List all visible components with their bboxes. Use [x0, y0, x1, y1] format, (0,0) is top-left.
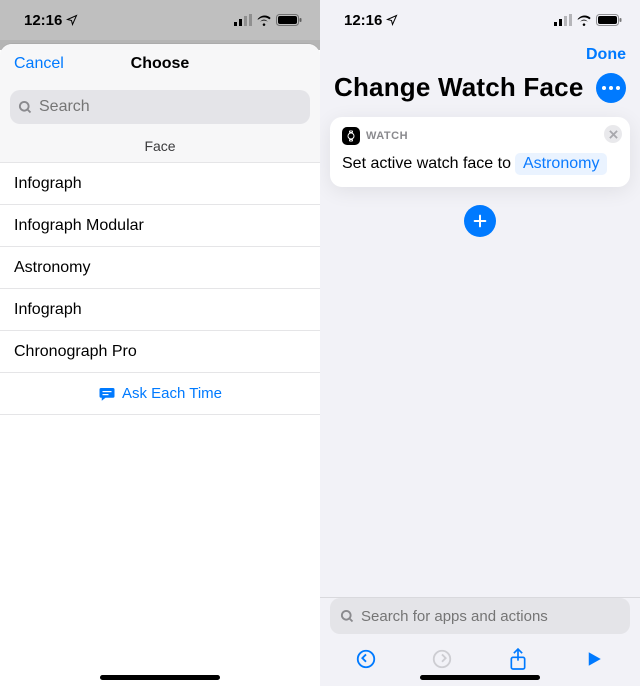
search-icon	[18, 100, 33, 115]
list-item[interactable]: Infograph Modular	[0, 205, 320, 247]
screen-shortcut-editor: 12:16 Done Change Watch Face	[320, 0, 640, 686]
search-field[interactable]	[10, 90, 310, 124]
card-header: WATCH	[342, 127, 618, 145]
face-list: Infograph Infograph Modular Astronomy In…	[0, 163, 320, 415]
cellular-icon	[554, 14, 572, 26]
search-wrap	[0, 84, 320, 134]
close-icon	[609, 130, 618, 139]
status-bar: 12:16	[0, 0, 320, 40]
undo-button[interactable]	[346, 646, 386, 672]
list-item[interactable]: Astronomy	[0, 247, 320, 289]
wifi-icon	[576, 14, 592, 26]
list-item[interactable]: Infograph	[0, 163, 320, 205]
ask-label: Ask Each Time	[122, 385, 222, 402]
card-body: Set active watch face to Astronomy	[342, 153, 618, 175]
bottom-bar	[320, 598, 640, 686]
watch-app-icon	[342, 127, 360, 145]
sheet-header: Cancel Choose	[0, 44, 320, 84]
sheet: Cancel Choose Face Infograph Infograph M…	[0, 44, 320, 686]
dot-icon	[609, 86, 613, 90]
card-app-label: WATCH	[366, 130, 408, 142]
battery-icon	[276, 14, 302, 26]
search-input[interactable]	[39, 98, 302, 116]
list-item[interactable]: Infograph	[0, 289, 320, 331]
share-button[interactable]	[498, 646, 538, 672]
title-row: Change Watch Face	[320, 66, 640, 117]
face-token[interactable]: Astronomy	[515, 153, 607, 175]
share-icon	[508, 647, 528, 671]
done-button[interactable]: Done	[586, 46, 626, 64]
status-bar: 12:16	[320, 0, 640, 40]
search-icon	[340, 609, 355, 624]
action-card: WATCH Set active watch face to Astronomy	[330, 117, 630, 187]
redo-button[interactable]	[422, 646, 462, 672]
cellular-icon	[234, 14, 252, 26]
play-icon	[585, 650, 603, 668]
message-icon	[98, 385, 116, 403]
status-time: 12:16	[24, 12, 62, 29]
dot-icon	[616, 86, 620, 90]
list-item[interactable]: Chronograph Pro	[0, 331, 320, 373]
actions-search-input[interactable]	[361, 608, 620, 625]
location-icon	[386, 14, 398, 26]
redo-icon	[431, 648, 453, 670]
undo-icon	[355, 648, 377, 670]
sheet-title: Choose	[131, 55, 190, 73]
section-header: Face	[0, 134, 320, 163]
page-title: Change Watch Face	[334, 72, 584, 103]
home-indicator	[420, 675, 540, 680]
ask-each-time[interactable]: Ask Each Time	[0, 373, 320, 415]
location-icon	[66, 14, 78, 26]
run-button[interactable]	[574, 646, 614, 672]
plus-icon	[472, 213, 488, 229]
status-time: 12:16	[344, 12, 382, 29]
actions-search[interactable]	[330, 598, 630, 634]
more-button[interactable]	[596, 73, 626, 103]
card-text: Set active watch face to	[342, 155, 511, 173]
wifi-icon	[256, 14, 272, 26]
card-close-button[interactable]	[604, 125, 622, 143]
dot-icon	[602, 86, 606, 90]
battery-icon	[596, 14, 622, 26]
toolbar	[330, 642, 630, 678]
screen-choose-face: 12:16 Cancel Choose Face In	[0, 0, 320, 686]
cancel-button[interactable]: Cancel	[14, 55, 64, 73]
add-action-button[interactable]	[464, 205, 496, 237]
home-indicator	[100, 675, 220, 680]
